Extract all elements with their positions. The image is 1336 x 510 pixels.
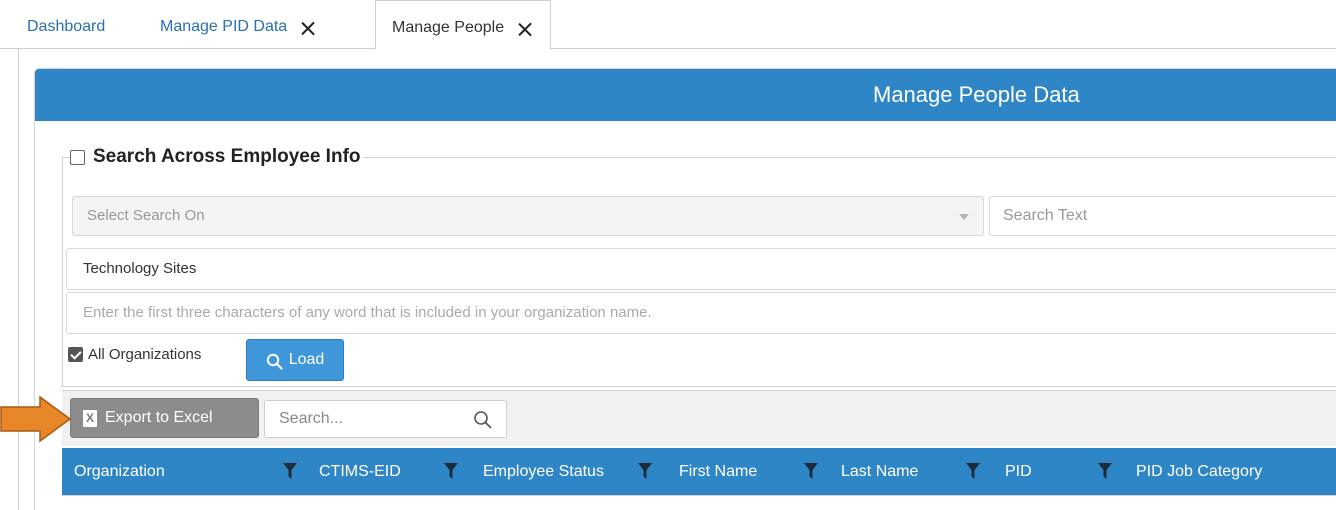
- tab-manage-people[interactable]: Manage People: [375, 0, 552, 50]
- column-label: Last Name: [841, 462, 919, 480]
- organization-field[interactable]: Technology Sites: [66, 248, 1336, 290]
- search-text-placeholder: Search Text: [1003, 207, 1088, 224]
- all-organizations-label: All Organizations: [88, 346, 202, 363]
- organization-value: Technology Sites: [83, 260, 197, 277]
- chevron-down-icon: [959, 214, 969, 220]
- organization-hint: Enter the first three characters of any …: [83, 304, 652, 321]
- grid-search-input[interactable]: Search...: [264, 400, 507, 438]
- select-placeholder: Select Search On: [87, 207, 205, 224]
- search-legend-label: Search Across Employee Info: [93, 146, 361, 167]
- column-header-employee-status[interactable]: Employee Status: [483, 448, 604, 495]
- excel-file-icon: X: [83, 409, 97, 427]
- close-icon[interactable]: [301, 21, 315, 35]
- all-organizations-checkbox[interactable]: [68, 347, 83, 362]
- column-header-pid[interactable]: PID: [1005, 448, 1032, 495]
- tab-label: Dashboard: [27, 18, 106, 35]
- all-organizations-option[interactable]: All Organizations: [68, 346, 201, 363]
- search-text-input[interactable]: Search Text: [989, 196, 1336, 236]
- column-header-pid-job-category[interactable]: PID Job Category: [1136, 448, 1262, 495]
- tab-dashboard[interactable]: Dashboard: [27, 0, 105, 49]
- column-header-last-name[interactable]: Last Name: [841, 448, 918, 495]
- column-label: First Name: [679, 462, 758, 480]
- load-button[interactable]: Load: [246, 339, 344, 381]
- search-icon: [474, 411, 492, 429]
- filter-icon[interactable]: [283, 463, 297, 479]
- filter-icon[interactable]: [1098, 463, 1112, 479]
- organization-search-input[interactable]: Enter the first three characters of any …: [66, 292, 1336, 334]
- column-label: PID: [1005, 462, 1032, 480]
- filter-icon[interactable]: [638, 463, 652, 479]
- panel-title: Manage People Data: [873, 82, 1080, 107]
- column-label: Organization: [74, 462, 165, 480]
- column-label: PID Job Category: [1136, 462, 1263, 480]
- column-label: Employee Status: [483, 462, 604, 480]
- column-header-organization[interactable]: Organization: [74, 448, 165, 495]
- filter-icon[interactable]: [966, 463, 980, 479]
- tab-label: Manage People: [392, 19, 505, 36]
- search-on-select[interactable]: Select Search On: [72, 196, 984, 236]
- close-icon[interactable]: [518, 22, 532, 36]
- grid-search-placeholder: Search...: [279, 410, 344, 427]
- tab-manage-pid-data[interactable]: Manage PID Data: [160, 0, 315, 49]
- search-across-checkbox[interactable]: [70, 149, 85, 165]
- filter-icon[interactable]: [804, 463, 818, 479]
- export-label: Export to Excel: [105, 409, 213, 426]
- grid-body: [62, 495, 1336, 510]
- search-legend: Search Across Employee Info: [70, 146, 363, 168]
- search-icon: [266, 353, 283, 370]
- load-label: Load: [288, 351, 325, 368]
- column-label: CTIMS-EID: [319, 462, 401, 480]
- panel-header: Manage People Data: [35, 69, 1336, 121]
- column-header-ctims-eid[interactable]: CTIMS-EID: [319, 448, 401, 495]
- column-header-first-name[interactable]: First Name: [679, 448, 757, 495]
- tab-label: Manage PID Data: [160, 18, 288, 35]
- pointer-arrow-icon: [0, 395, 72, 443]
- filter-icon[interactable]: [444, 463, 458, 479]
- export-to-excel-button[interactable]: X Export to Excel: [70, 398, 259, 438]
